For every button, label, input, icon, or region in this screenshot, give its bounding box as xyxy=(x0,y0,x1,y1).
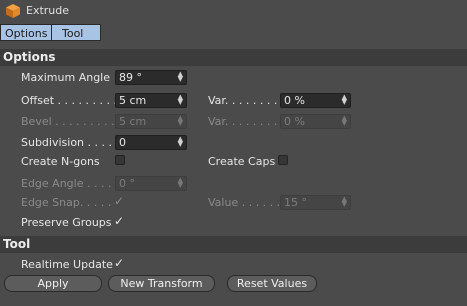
title-bar: Extrude xyxy=(0,0,467,22)
edge-snap-label: Edge Snap. . . . . xyxy=(21,196,112,209)
max-angle-field[interactable]: 89 ° ▲ ▼ xyxy=(115,70,187,85)
spinner-arrows-icon: ▲ ▼ xyxy=(341,114,347,127)
tab-bar: Options Tool xyxy=(0,24,101,41)
tab-options[interactable]: Options xyxy=(0,24,52,41)
bevel-var-field: 0 % ▲ ▼ xyxy=(280,114,351,129)
offset-label: Offset . . . . . . . . . xyxy=(21,94,117,107)
subdivision-value: 0 xyxy=(119,136,126,149)
options-section-header[interactable]: Options xyxy=(0,49,467,66)
preserve-groups-label: Preserve Groups xyxy=(21,216,112,229)
offset-value: 5 cm xyxy=(119,94,147,107)
offset-var-value: 0 % xyxy=(284,94,305,107)
offset-field[interactable]: 5 cm ▲ ▼ xyxy=(115,93,187,108)
cube-icon xyxy=(6,4,20,18)
spinner-arrows-icon[interactable]: ▲ ▼ xyxy=(178,94,183,106)
apply-button[interactable]: Apply xyxy=(4,275,102,292)
reset-values-button[interactable]: Reset Values xyxy=(227,275,317,292)
spinner-arrows-icon: ▲ ▼ xyxy=(177,176,183,189)
spinner-arrows-icon: ▲ ▼ xyxy=(341,195,347,208)
edge-angle-field: 0 ° ▲ ▼ xyxy=(115,176,187,191)
create-ngons-label: Create N-gons xyxy=(21,155,100,168)
max-angle-label: Maximum Angle xyxy=(21,71,110,84)
create-caps-checkbox[interactable] xyxy=(278,155,288,165)
offset-var-field[interactable]: 0 % ▲ ▼ xyxy=(280,93,351,108)
create-caps-label: Create Caps xyxy=(208,155,276,168)
bevel-label: Bevel . . . . . . . . . xyxy=(21,115,115,128)
realtime-update-label: Realtime Update xyxy=(21,258,113,271)
subdivision-field[interactable]: 0 ▲ ▼ xyxy=(115,135,187,150)
value-label: Value . . . . . . xyxy=(208,196,281,209)
bevel-field: 5 cm ▲ ▼ xyxy=(115,114,187,129)
realtime-update-checkmark-icon[interactable]: ✓ xyxy=(114,257,124,269)
spinner-arrows-icon: ▲ ▼ xyxy=(177,114,183,127)
value-value: 15 ° xyxy=(284,196,307,209)
edge-snap-checkmark-icon: ✓ xyxy=(114,194,125,208)
tool-section-header[interactable]: Tool xyxy=(0,236,467,253)
create-ngons-checkbox[interactable] xyxy=(115,155,125,165)
window-title: Extrude xyxy=(26,4,70,17)
tab-tool[interactable]: Tool xyxy=(51,24,101,41)
max-angle-value: 89 ° xyxy=(119,71,142,84)
bevel-var-value: 0 % xyxy=(284,115,305,128)
spinner-arrows-icon[interactable]: ▲ ▼ xyxy=(178,71,183,83)
edge-angle-label: Edge Angle . . . . xyxy=(21,177,112,190)
edge-angle-value: 0 ° xyxy=(119,177,135,190)
bevel-value: 5 cm xyxy=(119,115,147,128)
spinner-arrows-icon[interactable]: ▲ ▼ xyxy=(342,94,347,106)
offset-var-label: Var. . . . . . . . xyxy=(208,94,278,107)
bevel-var-label: Var. . . . . . . . xyxy=(208,115,278,128)
preserve-groups-checkmark-icon[interactable]: ✓ xyxy=(114,215,124,227)
spinner-arrows-icon[interactable]: ▲ ▼ xyxy=(178,136,183,148)
value-field: 15 ° ▲ ▼ xyxy=(280,195,351,210)
new-transform-button[interactable]: New Transform xyxy=(108,275,215,292)
subdivision-label: Subdivision . . . . xyxy=(21,136,113,149)
